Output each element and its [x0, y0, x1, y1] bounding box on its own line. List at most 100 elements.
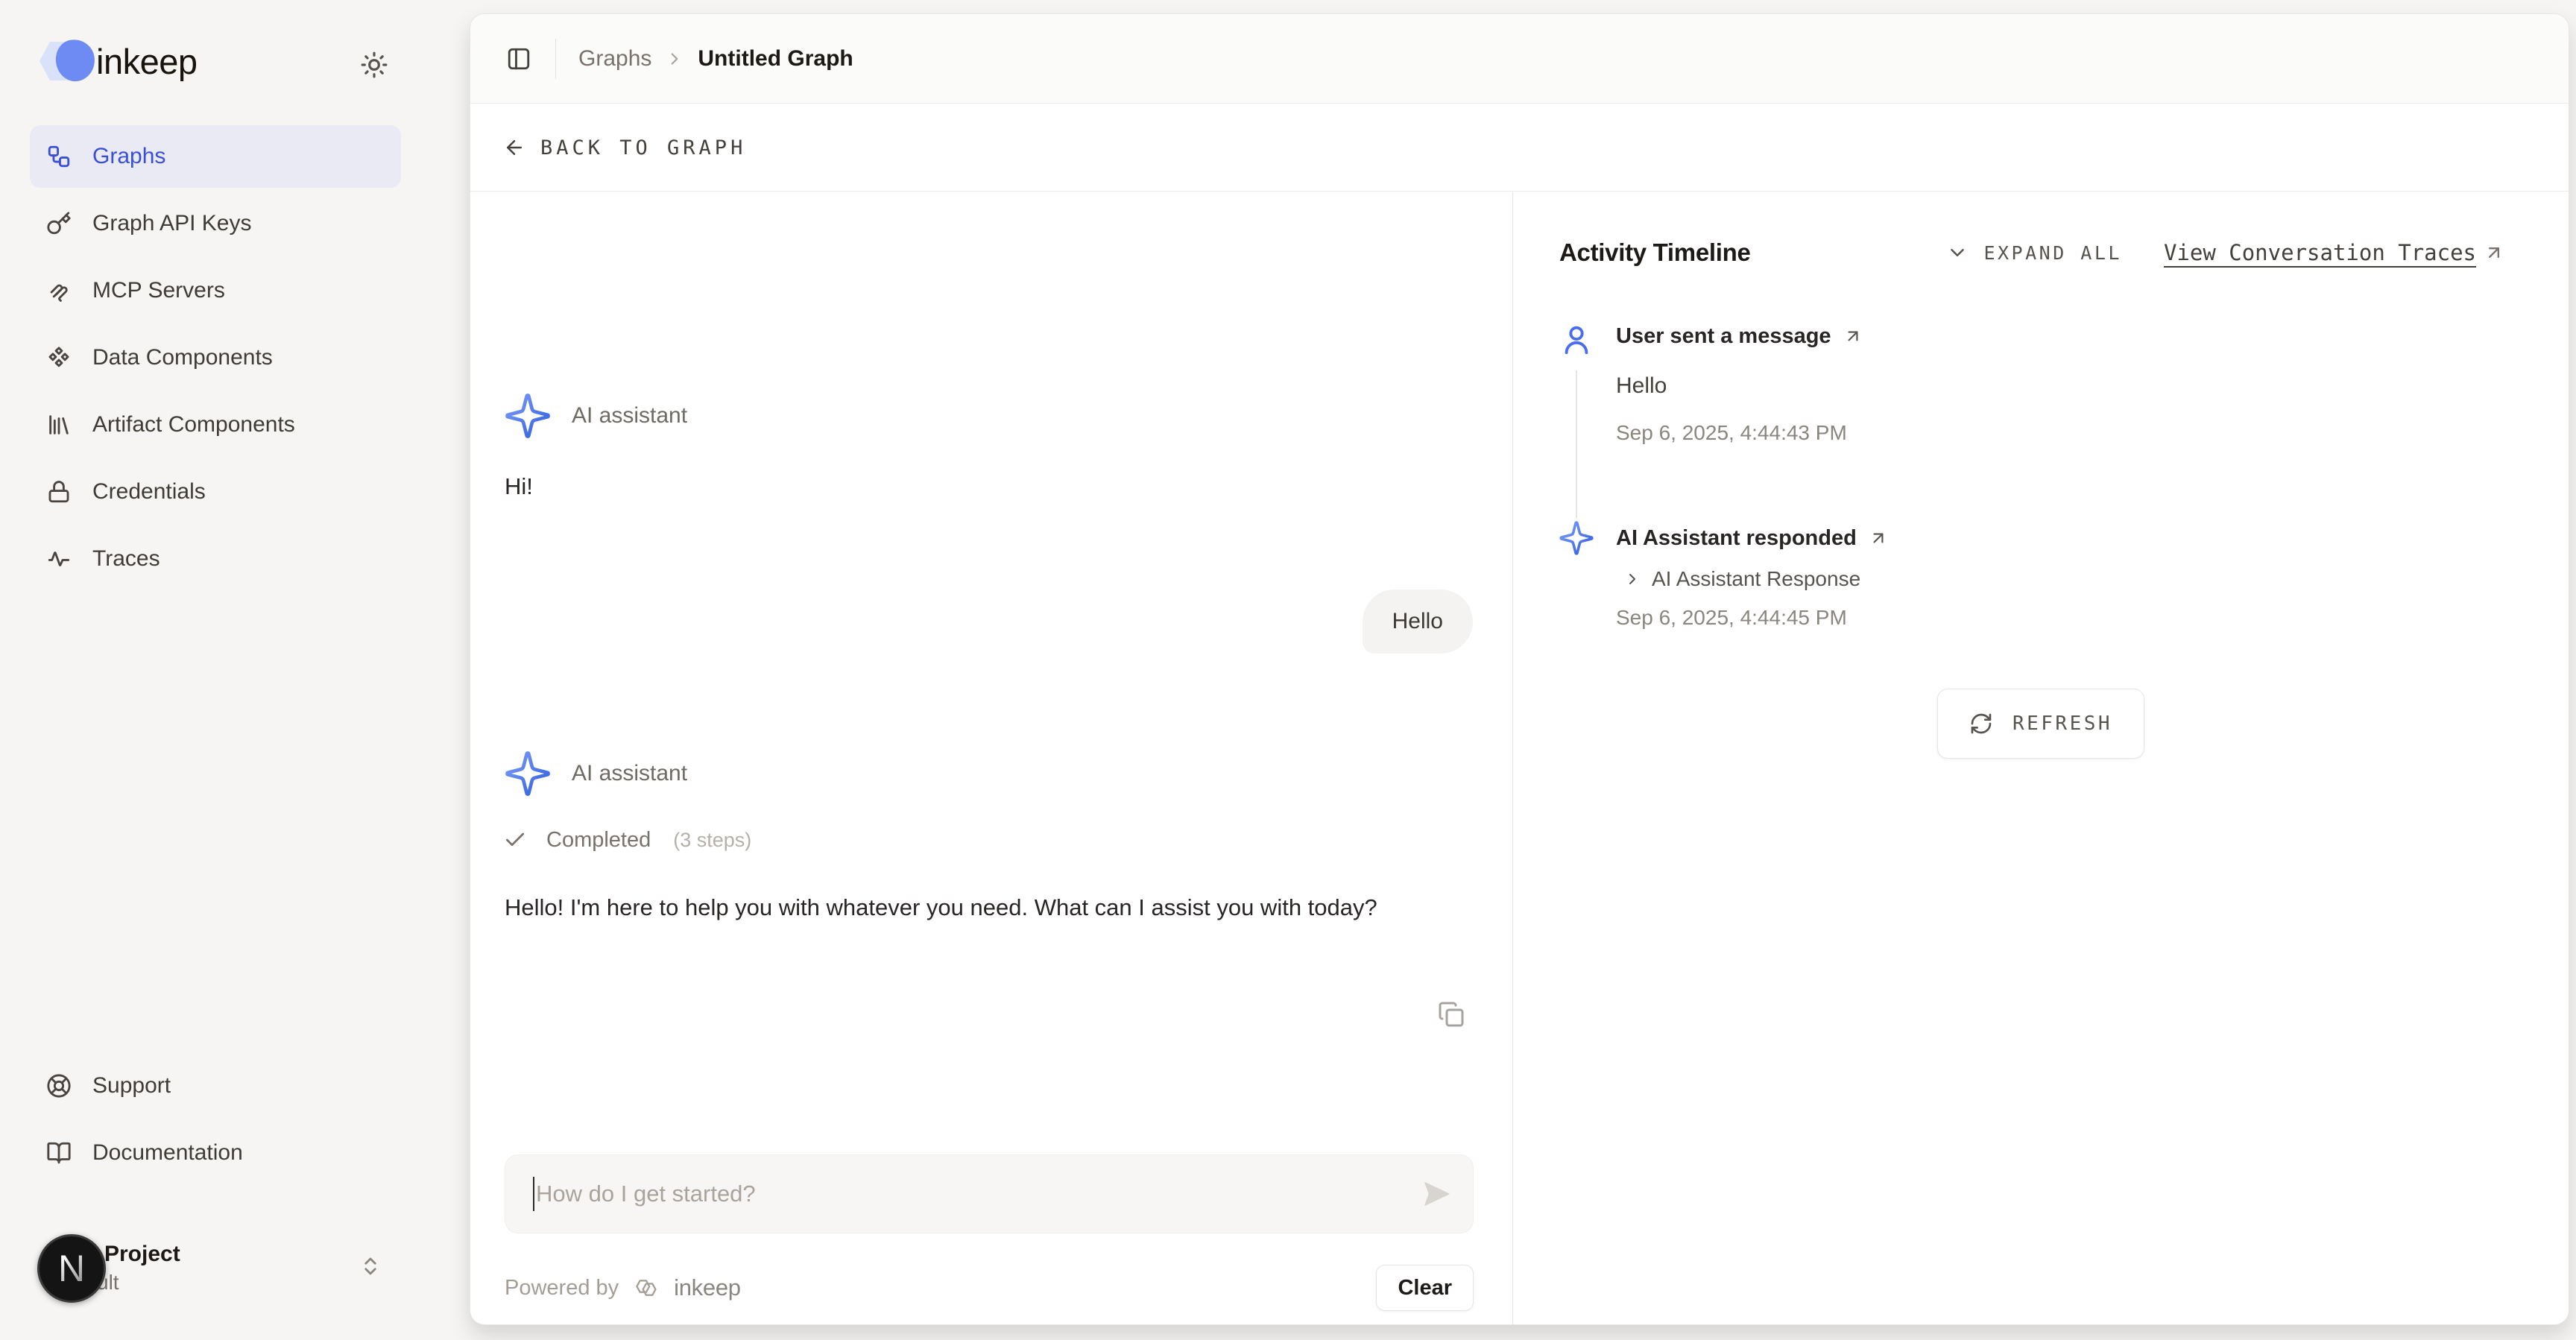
book-open-icon: [46, 1140, 72, 1166]
completion-status[interactable]: Completed (3 steps): [503, 824, 751, 856]
sidebar-item-label: Graphs: [92, 144, 165, 169]
header-divider: [555, 39, 556, 79]
view-traces-label: View Conversation Traces: [2164, 240, 2476, 265]
timeline-event-expander[interactable]: AI Assistant Response: [1623, 563, 1860, 595]
assistant-header: AI assistant: [503, 391, 687, 440]
timeline-connector: [1576, 370, 1577, 518]
sidebar-item-mcp-servers[interactable]: MCP Servers: [30, 259, 401, 322]
key-icon: [46, 211, 72, 236]
sparkles-icon: [503, 749, 552, 798]
assistant-header: AI assistant: [503, 749, 687, 798]
app-logo[interactable]: inkeep: [40, 39, 198, 83]
activity-timeline-panel: Activity Timeline EXPAND ALL View Conver…: [1513, 192, 2569, 1325]
timeline-event-timestamp: Sep 6, 2025, 4:44:45 PM: [1616, 606, 1847, 630]
arrow-left-icon: [503, 136, 525, 159]
assistant-response-text: Hello! I'm here to help you with whateve…: [505, 889, 1477, 926]
powered-by-label: Powered by: [505, 1276, 619, 1301]
sparkles-icon: [1558, 519, 1595, 557]
sidebar: inkeep Graphs Graph API Keys MCP Servers…: [0, 0, 470, 1340]
sidebar-item-label: Data Components: [92, 345, 273, 370]
user-icon: [1559, 323, 1594, 357]
card-header: Graphs Untitled Graph: [470, 14, 2569, 104]
workflow-icon: [46, 144, 72, 169]
content-area: AI assistant Hi! Hello AI assistant Comp…: [470, 192, 2569, 1324]
back-row: BACK TO GRAPH: [470, 104, 2569, 192]
expand-all-button[interactable]: EXPAND ALL: [1946, 241, 2122, 264]
sidebar-item-documentation[interactable]: Documentation: [30, 1122, 401, 1184]
timeline-event-timestamp: Sep 6, 2025, 4:44:43 PM: [1616, 421, 1847, 445]
component-diamonds-icon: [46, 345, 72, 370]
sidebar-item-label: Support: [92, 1073, 171, 1099]
copy-button[interactable]: [1435, 998, 1468, 1031]
sun-icon: [360, 51, 388, 79]
sidebar-toggle-button[interactable]: [502, 42, 536, 76]
library-lines-icon: [46, 412, 72, 437]
arrow-up-right-icon: [2484, 242, 2504, 263]
sidebar-item-traces[interactable]: Traces: [30, 528, 401, 590]
assistant-message-greeting: Hi!: [505, 473, 533, 500]
chevron-right-icon: [1623, 570, 1641, 588]
status-steps: (3 steps): [673, 829, 751, 852]
breadcrumb-graphs[interactable]: Graphs: [578, 46, 651, 72]
sidebar-item-artifact-components[interactable]: Artifact Components: [30, 394, 401, 456]
project-switcher[interactable]: N Project ult: [21, 1228, 401, 1310]
sidebar-item-label: Traces: [92, 546, 160, 572]
timeline-title: Activity Timeline: [1559, 238, 1751, 267]
timeline-event-title[interactable]: AI Assistant responded: [1616, 522, 1888, 554]
project-name: Project: [104, 1241, 180, 1268]
assistant-name-label: AI assistant: [572, 403, 687, 429]
refresh-button[interactable]: REFRESH: [1937, 689, 2144, 759]
assistant-name-label: AI assistant: [572, 761, 687, 786]
theme-toggle-button[interactable]: [358, 48, 391, 81]
sidebar-nav: Graphs Graph API Keys MCP Servers Data C…: [30, 125, 401, 595]
main-panel: Graphs Untitled Graph BACK TO GRAPH AI a…: [470, 13, 2569, 1325]
chevron-right-icon: [665, 49, 684, 69]
powered-by-brand: inkeep: [674, 1274, 741, 1301]
breadcrumb-current: Untitled Graph: [698, 46, 853, 72]
sidebar-item-label: Documentation: [92, 1140, 243, 1166]
chevrons-up-down-icon: [359, 1255, 382, 1277]
send-icon: [1421, 1178, 1452, 1210]
copy-icon: [1438, 1001, 1465, 1028]
sidebar-item-graphs[interactable]: Graphs: [30, 125, 401, 188]
refresh-icon: [1969, 712, 1993, 736]
back-to-graph-button[interactable]: BACK TO GRAPH: [503, 136, 746, 159]
powered-by[interactable]: Powered by inkeep: [505, 1274, 741, 1301]
clear-button[interactable]: Clear: [1376, 1265, 1474, 1311]
chat-input[interactable]: [505, 1154, 1474, 1233]
sidebar-item-data-components[interactable]: Data Components: [30, 326, 401, 389]
project-subtitle: ult: [97, 1268, 180, 1298]
avatar[interactable]: N: [37, 1234, 106, 1303]
expand-all-label: EXPAND ALL: [1983, 242, 2122, 264]
sidebar-item-label: MCP Servers: [92, 278, 225, 303]
arrow-up-right-icon: [1869, 528, 1888, 548]
refresh-label: REFRESH: [2012, 712, 2112, 735]
inkeep-glyph-icon: [631, 1274, 662, 1301]
sidebar-footer-nav: Support Documentation: [30, 1055, 401, 1189]
send-button[interactable]: [1420, 1178, 1453, 1210]
activity-pulse-icon: [46, 546, 72, 572]
sidebar-item-label: Credentials: [92, 479, 206, 505]
timeline-event-title[interactable]: User sent a message: [1616, 320, 1863, 353]
panel-left-icon: [506, 46, 531, 72]
arrow-up-right-icon: [1843, 326, 1863, 346]
chat-input-container: [505, 1154, 1474, 1233]
inkeep-logo-icon: [40, 39, 93, 83]
status-label: Completed: [546, 828, 651, 853]
check-icon: [503, 828, 527, 852]
chat-preview-panel: AI assistant Hi! Hello AI assistant Comp…: [470, 192, 1512, 1325]
sidebar-item-credentials[interactable]: Credentials: [30, 461, 401, 523]
chat-footer: Powered by inkeep Clear: [505, 1263, 1474, 1312]
chevron-down-icon: [1946, 241, 1969, 264]
life-buoy-icon: [46, 1073, 72, 1099]
logo-wordmark: inkeep: [96, 41, 198, 82]
lock-icon: [46, 479, 72, 505]
sidebar-item-graph-api-keys[interactable]: Graph API Keys: [30, 192, 401, 255]
timeline-event-body: Hello: [1616, 373, 1667, 399]
sparkles-icon: [503, 391, 552, 440]
sidebar-item-support[interactable]: Support: [30, 1055, 401, 1117]
mcp-scribble-icon: [46, 278, 72, 303]
view-conversation-traces-link[interactable]: View Conversation Traces: [2164, 240, 2504, 265]
sidebar-item-label: Artifact Components: [92, 412, 295, 437]
user-message-bubble: Hello: [1363, 590, 1473, 654]
